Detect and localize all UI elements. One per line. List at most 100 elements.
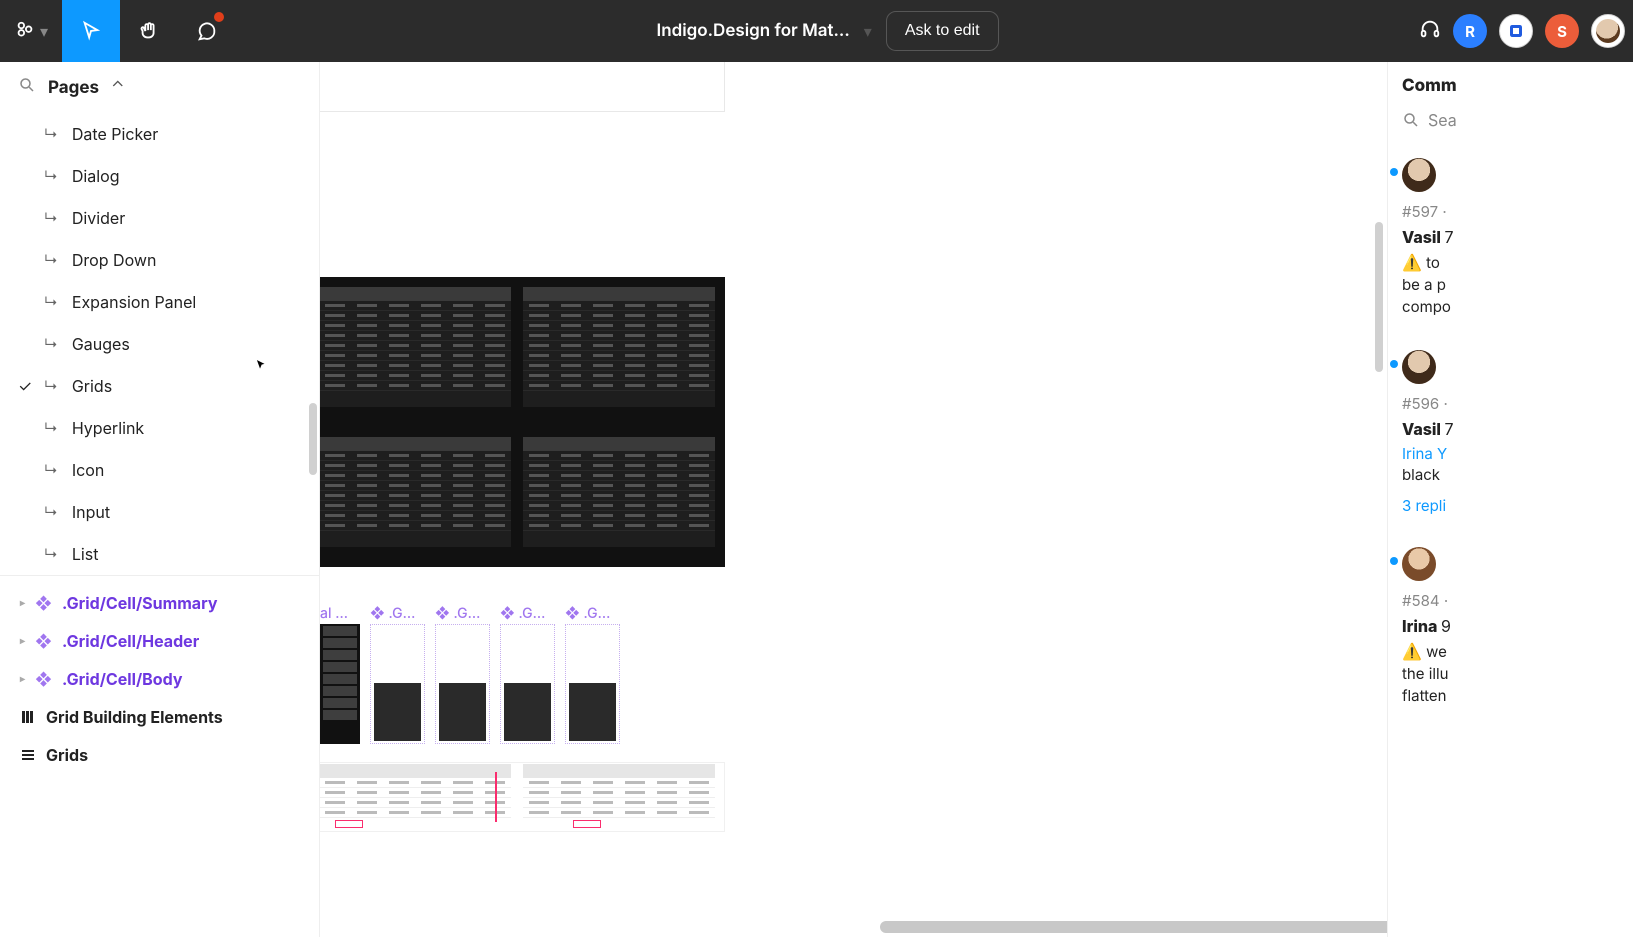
comments-search-placeholder: Sea — [1428, 110, 1457, 130]
comment-time: 9 — [1441, 616, 1451, 636]
component-frame-2[interactable] — [435, 624, 490, 744]
layer-label: Grids — [46, 745, 88, 765]
page-item-expansion-panel[interactable]: ↳ Expansion Panel — [0, 281, 319, 323]
page-label: Hyperlink — [72, 418, 144, 438]
sub-arrow-icon: ↳ — [44, 126, 58, 143]
pages-caret-icon[interactable]: ⌃ — [111, 78, 124, 98]
frame-horizontal-icon — [20, 747, 36, 763]
toolbar-center: Indigo.Design for Mat... ▾ Ask to edit — [236, 11, 1419, 51]
avatar — [1402, 547, 1436, 581]
comment-author: Irina — [1402, 616, 1437, 636]
layer-grid-building-elements[interactable]: Grid Building Elements — [0, 698, 319, 736]
component-thumbnail-0[interactable] — [320, 624, 360, 744]
sub-arrow-icon: ↳ — [44, 420, 58, 437]
component-frame-3[interactable] — [500, 624, 555, 744]
unread-dot-icon — [1390, 360, 1398, 368]
canvas[interactable]: al ... ❖ .G... ❖ .G... ❖ .G... ❖ .G... — [320, 62, 1387, 937]
unread-dot-icon — [1390, 557, 1398, 565]
page-item-input[interactable]: ↳Input — [0, 491, 319, 533]
page-item-drop-down[interactable]: ↳Drop Down — [0, 239, 319, 281]
page-item-hyperlink[interactable]: ↳ Hyperlink — [0, 407, 319, 449]
component-label-0[interactable]: al ... — [320, 605, 350, 622]
comment-unread-dot — [214, 12, 224, 22]
component-frame-1[interactable] — [370, 624, 425, 744]
sub-arrow-icon: ↳ — [44, 378, 58, 395]
search-icon — [1402, 111, 1420, 129]
warning-emoji-icon: ⚠️ — [1402, 641, 1422, 661]
component-label-3[interactable]: ❖ .G... — [500, 605, 548, 622]
document-title[interactable]: Indigo.Design for Mat... — [656, 21, 849, 41]
component-icon: ❖ — [35, 669, 52, 689]
comments-search[interactable]: Sea — [1388, 104, 1633, 144]
comment-body: black — [1402, 465, 1440, 484]
page-label: Input — [72, 502, 110, 522]
frame-vertical-icon — [20, 709, 36, 725]
comment-id: #596 — [1402, 394, 1439, 413]
page-label: List — [72, 544, 99, 564]
move-tool[interactable] — [62, 0, 120, 62]
page-item-divider[interactable]: ↳Divider — [0, 197, 319, 239]
comment-tool[interactable] — [178, 0, 236, 62]
main-menu-button[interactable]: ▾ — [0, 0, 62, 62]
layer-grid-cell-body[interactable]: ▸ ❖ .Grid/Cell/Body — [0, 660, 319, 698]
title-chevron-down-icon[interactable]: ▾ — [864, 21, 872, 41]
sub-arrow-icon: ↳ — [44, 294, 58, 311]
component-label-1[interactable]: ❖ .G... — [370, 605, 418, 622]
sub-arrow-icon: ↳ — [44, 210, 58, 227]
component-label-2[interactable]: ❖ .G... — [435, 605, 483, 622]
comment-replies-link[interactable]: 3 repli — [1402, 496, 1619, 515]
artboard-light-top[interactable] — [320, 62, 725, 112]
page-item-grids[interactable]: ↳Grids — [0, 365, 319, 407]
left-panel: Pages ⌃ ↳Date Picker ↳Dialog ↳Divider ↳D… — [0, 62, 320, 937]
component-label-4[interactable]: ❖ .G... — [565, 605, 613, 622]
page-label: Expansion Panel — [72, 292, 196, 312]
component-icon: ❖ — [35, 593, 52, 613]
component-frame-4[interactable] — [565, 624, 620, 744]
avatar-app-icon[interactable] — [1499, 14, 1533, 48]
layer-grid-cell-header[interactable]: ▸❖.Grid/Cell/Header — [0, 622, 319, 660]
artboard-light-bottom[interactable] — [320, 762, 725, 832]
search-icon[interactable] — [18, 76, 36, 99]
pages-scrollbar[interactable] — [309, 403, 317, 475]
comment-584[interactable]: #584 · Irina 9 ⚠️ we the illu flatten — [1388, 533, 1633, 725]
unread-dot-icon — [1390, 168, 1398, 176]
avatar-user-s[interactable]: S — [1545, 14, 1579, 48]
main-area: Pages ⌃ ↳Date Picker ↳Dialog ↳Divider ↳D… — [0, 62, 1633, 937]
page-item-icon[interactable]: ↳ Icon — [0, 449, 319, 491]
ask-to-edit-button[interactable]: Ask to edit — [886, 11, 999, 51]
sub-arrow-icon: ↳ — [44, 546, 58, 563]
warning-emoji-icon: ⚠️ — [1402, 252, 1422, 272]
comment-id: #584 — [1402, 591, 1440, 610]
expand-icon[interactable]: ▸ — [20, 673, 25, 685]
layer-label: .Grid/Cell/Body — [62, 669, 182, 689]
sub-arrow-icon: ↳ — [44, 462, 58, 479]
layer-grids-frame[interactable]: Grids — [0, 736, 319, 774]
component-icon: ❖ — [35, 631, 52, 651]
layer-grid-cell-summary[interactable]: ▸❖.Grid/Cell/Summary — [0, 584, 319, 622]
layers-list[interactable]: ▸❖.Grid/Cell/Summary ▸❖.Grid/Cell/Header… — [0, 575, 319, 937]
avatar-user-r[interactable]: R — [1453, 14, 1487, 48]
page-item-dialog[interactable]: ↳Dialog — [0, 155, 319, 197]
layer-label: Grid Building Elements — [46, 707, 223, 727]
right-panel: Comm Sea #597 · Vasil 7 ⚠️ to be a p com… — [1387, 62, 1633, 937]
page-item-list[interactable]: ↳ List — [0, 533, 319, 575]
expand-icon[interactable]: ▸ — [20, 597, 25, 609]
canvas-horizontal-scrollbar[interactable] — [880, 921, 1387, 933]
comment-mention[interactable]: Irina Y — [1402, 444, 1447, 463]
avatar — [1402, 158, 1436, 192]
comment-596[interactable]: #596 · Vasil 7 Irina Yblack 3 repli — [1388, 336, 1633, 534]
pages-list[interactable]: ↳Date Picker ↳Dialog ↳Divider ↳Drop Down… — [0, 113, 319, 575]
avatar-user-photo[interactable] — [1591, 14, 1625, 48]
expand-icon[interactable]: ▸ — [20, 635, 25, 647]
hand-tool[interactable] — [120, 0, 178, 62]
comment-time: 7 — [1444, 419, 1453, 439]
page-item-gauges[interactable]: ↳Gauges — [0, 323, 319, 365]
page-label: Icon — [72, 460, 104, 480]
comment-597[interactable]: #597 · Vasil 7 ⚠️ to be a p compo — [1388, 144, 1633, 336]
pages-header[interactable]: Pages ⌃ — [0, 62, 319, 113]
comments-scrollbar[interactable] — [1375, 222, 1383, 372]
audio-huddle-icon[interactable] — [1419, 18, 1441, 44]
page-item-date-picker[interactable]: ↳Date Picker — [0, 113, 319, 155]
artboard-dark-grids[interactable] — [320, 277, 725, 567]
page-label: Dialog — [72, 166, 120, 186]
